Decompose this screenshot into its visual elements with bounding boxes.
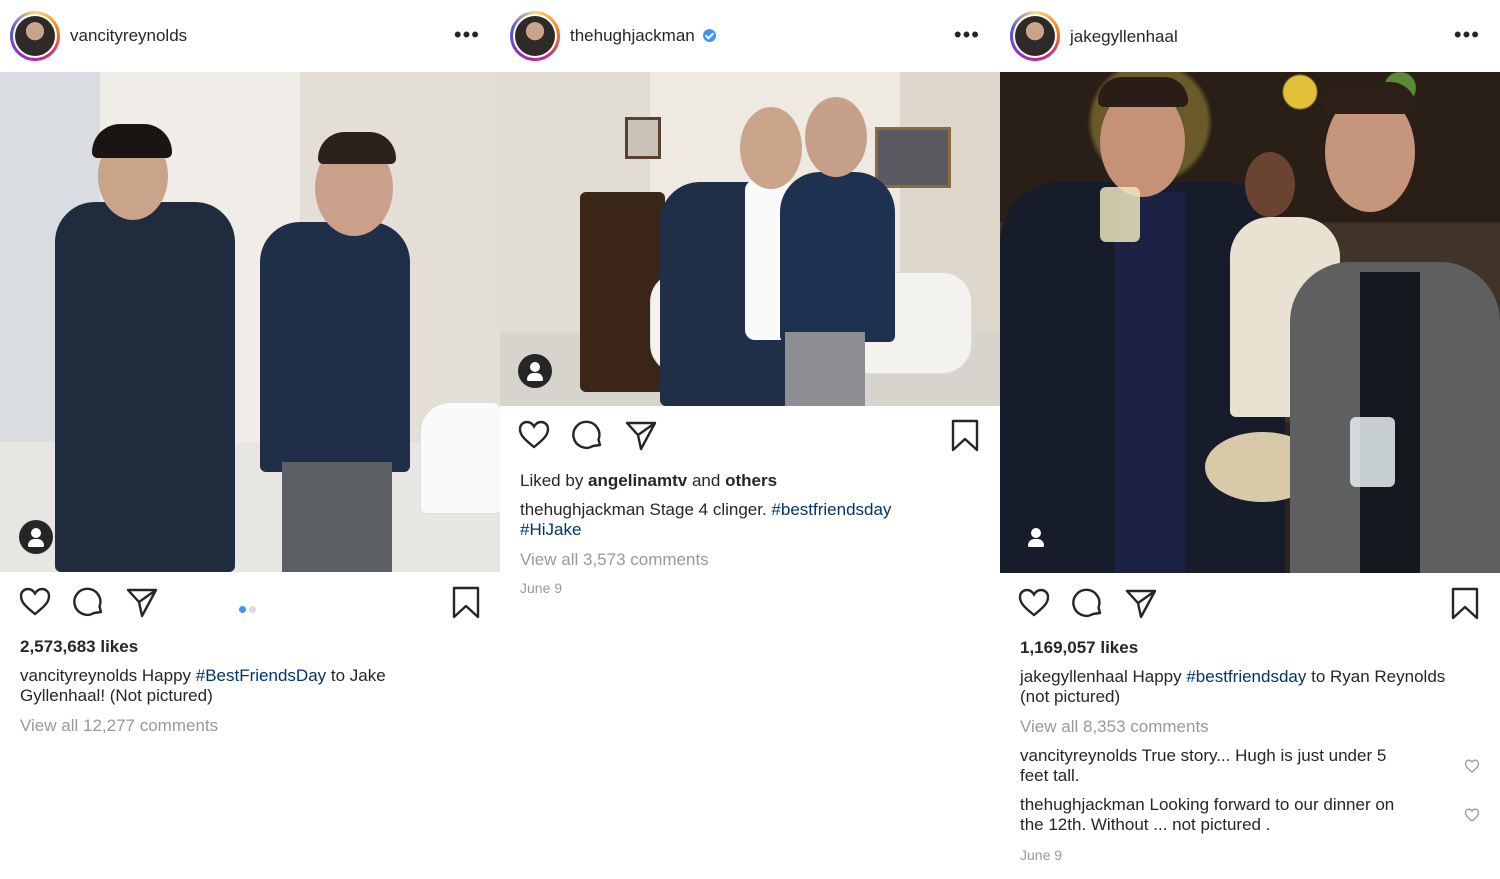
heart-icon[interactable] bbox=[18, 585, 52, 619]
post-header: jakegyllenhaal ••• bbox=[1000, 0, 1500, 72]
caption-text: to Ryan Reynolds bbox=[1306, 667, 1446, 686]
more-options-icon[interactable]: ••• bbox=[1454, 24, 1480, 46]
carousel-dot bbox=[249, 606, 256, 613]
likes-count[interactable]: 1,169,057 likes bbox=[1020, 638, 1490, 658]
username[interactable]: jakegyllenhaal bbox=[1070, 27, 1178, 47]
caption-line2: (not pictured) bbox=[1020, 687, 1121, 706]
caption-username[interactable]: thehughjackman bbox=[520, 500, 645, 519]
more-options-icon[interactable]: ••• bbox=[954, 24, 980, 46]
user-tag-icon[interactable] bbox=[19, 520, 53, 554]
likes-count[interactable]: 2,573,683 likes bbox=[20, 637, 490, 657]
liked-by-joiner: and bbox=[687, 471, 726, 490]
post-header: vancityreynolds ••• bbox=[0, 0, 500, 72]
caption-text: Happy bbox=[1127, 667, 1187, 686]
caption-text: Stage 4 clinger. bbox=[644, 500, 772, 519]
view-comments-link[interactable]: View all 12,277 comments bbox=[20, 716, 490, 736]
avatar[interactable] bbox=[1010, 11, 1060, 61]
comment-line2: the 12th. Without ... not pictured . bbox=[1020, 815, 1271, 834]
share-icon[interactable] bbox=[1124, 586, 1158, 620]
comment-icon[interactable] bbox=[571, 418, 605, 452]
liked-by: Liked by angelinamtv and others bbox=[520, 471, 990, 491]
avatar[interactable] bbox=[10, 11, 60, 61]
bookmark-icon[interactable] bbox=[449, 585, 483, 619]
bookmark-icon[interactable] bbox=[948, 418, 982, 452]
username[interactable]: vancityreynolds bbox=[70, 26, 187, 46]
liked-by-others-link[interactable]: others bbox=[725, 471, 777, 490]
hashtag-link[interactable]: #bestfriendsday bbox=[771, 500, 891, 519]
action-bar bbox=[1000, 586, 1500, 626]
comment: thehughjackman Looking forward to our di… bbox=[1020, 795, 1440, 815]
comment-username[interactable]: vancityreynolds bbox=[1020, 746, 1137, 765]
caption-text: Happy bbox=[137, 666, 196, 685]
hashtag-link[interactable]: #BestFriendsDay bbox=[196, 666, 326, 685]
caption-username[interactable]: vancityreynolds bbox=[20, 666, 137, 685]
comment-like-icon[interactable] bbox=[1464, 758, 1480, 774]
caption-username[interactable]: jakegyllenhaal bbox=[1020, 667, 1128, 686]
caption-text: to Jake bbox=[326, 666, 386, 685]
post-header: thehughjackman ••• bbox=[500, 0, 1000, 72]
username[interactable]: thehughjackman bbox=[570, 26, 716, 46]
share-icon[interactable] bbox=[624, 418, 658, 452]
post-thehughjackman: thehughjackman ••• Liked by angelinamtv … bbox=[500, 0, 1000, 879]
verified-badge-icon bbox=[702, 29, 716, 42]
view-comments-link[interactable]: View all 8,353 comments bbox=[1020, 717, 1490, 737]
post-vancityreynolds: vancityreynolds ••• 2,573,683 likes vanc… bbox=[0, 0, 500, 879]
comment-username[interactable]: thehughjackman bbox=[1020, 795, 1145, 814]
carousel-indicator bbox=[239, 600, 259, 618]
hashtag-link[interactable]: #HiJake bbox=[520, 520, 581, 539]
post-date: June 9 bbox=[520, 580, 563, 596]
comment-text: Looking forward to our dinner on bbox=[1144, 795, 1395, 814]
post-photo[interactable] bbox=[500, 72, 1000, 406]
caption: vancityreynolds Happy #BestFriendsDay to… bbox=[20, 666, 490, 686]
user-tag-icon[interactable] bbox=[518, 354, 552, 388]
share-icon[interactable] bbox=[125, 585, 159, 619]
action-bar bbox=[0, 585, 500, 625]
heart-icon[interactable] bbox=[1017, 586, 1051, 620]
view-comments-link[interactable]: View all 3,573 comments bbox=[520, 550, 990, 570]
bookmark-icon[interactable] bbox=[1448, 586, 1482, 620]
liked-by-label: Liked by bbox=[520, 471, 589, 490]
post-photo[interactable] bbox=[1000, 72, 1500, 573]
caption-line2: Gyllenhaal! (Not pictured) bbox=[20, 686, 213, 705]
caption: thehughjackman Stage 4 clinger. #bestfri… bbox=[520, 500, 990, 520]
heart-icon[interactable] bbox=[517, 418, 551, 452]
comment-line2: feet tall. bbox=[1020, 766, 1080, 785]
post-jakegyllenhaal: jakegyllenhaal ••• 1,169,057 likes jakeg… bbox=[1000, 0, 1500, 879]
comment-like-icon[interactable] bbox=[1464, 807, 1480, 823]
caption-line2: #HiJake bbox=[520, 520, 990, 540]
avatar[interactable] bbox=[510, 11, 560, 61]
comment-text: True story... Hugh is just under 5 bbox=[1137, 746, 1387, 765]
post-photo[interactable] bbox=[0, 72, 500, 572]
comment: vancityreynolds True story... Hugh is ju… bbox=[1020, 746, 1440, 766]
post-date: June 9 bbox=[1020, 847, 1063, 863]
comment-icon[interactable] bbox=[1071, 586, 1105, 620]
carousel-dot-active bbox=[239, 606, 246, 613]
hashtag-link[interactable]: #bestfriendsday bbox=[1186, 667, 1306, 686]
action-bar bbox=[500, 418, 1000, 458]
caption: jakegyllenhaal Happy #bestfriendsday to … bbox=[1020, 667, 1490, 687]
liked-by-user-link[interactable]: angelinamtv bbox=[588, 471, 687, 490]
user-tag-icon[interactable] bbox=[1019, 520, 1053, 554]
more-options-icon[interactable]: ••• bbox=[454, 24, 480, 46]
comment-icon[interactable] bbox=[72, 585, 106, 619]
